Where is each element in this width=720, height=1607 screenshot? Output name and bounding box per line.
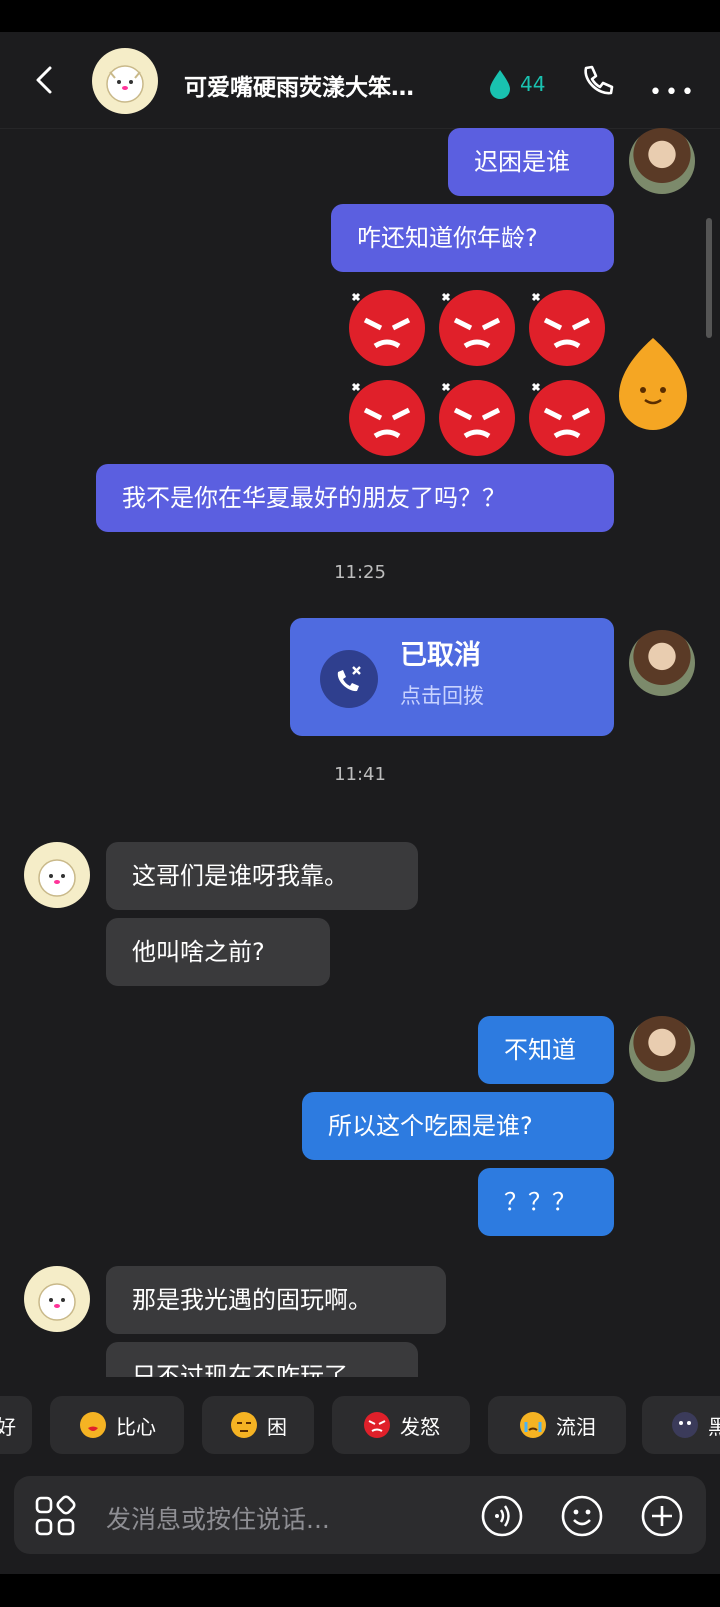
voice-call-icon[interactable] [576, 62, 616, 102]
message-input-bar: 发消息或按住说话... [14, 1476, 706, 1554]
quick-reply-label: 好 [0, 1414, 16, 1439]
quick-reply-label: 黑 [708, 1414, 720, 1439]
message-bubble-out[interactable]: 迟困是谁 [448, 128, 614, 196]
angry-emoji-icon [349, 380, 425, 456]
crying-face-icon [520, 1412, 546, 1438]
chat-header: 可爱嘴硬雨荧漾大笨… 44 ••• [0, 32, 720, 129]
angry-emoji-icon [529, 290, 605, 366]
quick-reply-label: 比心 [116, 1414, 156, 1439]
apps-grid-icon[interactable] [34, 1495, 76, 1537]
message-list[interactable]: 迟困是谁 咋还知道你年龄? 我不是你在华夏最好的朋友了吗？？ 11:25 已取消… [0, 128, 720, 1377]
angry-emoji-icon [439, 380, 515, 456]
quick-reply-chip[interactable]: 好 [0, 1396, 32, 1454]
call-back-link[interactable]: 点击回拨 [400, 686, 484, 707]
message-bubble-out[interactable]: 咋还知道你年龄? [331, 204, 614, 272]
message-bubble-out[interactable]: 我不是你在华夏最好的朋友了吗？？ [96, 464, 614, 532]
contact-avatar[interactable] [24, 842, 90, 908]
call-record-card[interactable]: 已取消 点击回拨 [290, 618, 614, 736]
sleepy-face-icon [231, 1412, 257, 1438]
angry-emoji-icon [529, 380, 605, 456]
voice-input-icon[interactable] [480, 1494, 524, 1538]
message-input-field[interactable]: 发消息或按住说话... [106, 1500, 330, 1536]
mascot-sticker-icon [619, 338, 687, 430]
angry-emoji-icon [439, 290, 515, 366]
quick-reply-chip[interactable]: 发怒 [332, 1396, 470, 1454]
message-bubble-out[interactable]: 不知道 [478, 1016, 614, 1084]
angry-face-icon [364, 1412, 390, 1438]
spark-drop-icon[interactable] [487, 68, 513, 100]
quick-reply-chip[interactable]: 比心 [50, 1396, 184, 1454]
quick-reply-chip[interactable]: 黑 [642, 1396, 720, 1454]
timestamp: 11:25 [334, 562, 386, 583]
quick-reply-label: 流泪 [556, 1414, 596, 1439]
call-status: 已取消 [400, 640, 481, 671]
status-bar-area [0, 0, 720, 32]
message-bubble-in[interactable]: 这哥们是谁呀我靠。 [106, 842, 418, 910]
my-avatar[interactable] [629, 630, 695, 696]
more-options-icon[interactable]: ••• [649, 80, 697, 105]
contact-avatar[interactable] [24, 1266, 90, 1332]
message-bubble-out[interactable]: ？？？ [478, 1168, 614, 1236]
spark-count: 44 [520, 72, 546, 96]
quick-reply-label: 发怒 [400, 1414, 440, 1439]
quick-reply-chip[interactable]: 困 [202, 1396, 314, 1454]
message-bubble-out[interactable]: 所以这个吃困是谁? [302, 1092, 614, 1160]
angry-emoji-icon [349, 290, 425, 366]
dark-face-icon [672, 1412, 698, 1438]
scrollbar[interactable] [706, 218, 712, 338]
quick-reply-chip[interactable]: 流泪 [488, 1396, 626, 1454]
emoji-icon[interactable] [560, 1494, 604, 1538]
message-bubble-in[interactable]: 那是我光遇的固玩啊。 [106, 1266, 446, 1334]
nav-bar-area [0, 1574, 720, 1607]
heart-hands-icon [80, 1412, 106, 1438]
my-avatar[interactable] [629, 1016, 695, 1082]
back-arrow-icon[interactable] [30, 60, 58, 100]
timestamp: 11:41 [334, 764, 386, 785]
contact-avatar[interactable] [92, 48, 158, 114]
quick-reply-bar[interactable]: 好 比心 困 发怒 流泪 黑 [0, 1396, 720, 1456]
add-attachment-icon[interactable] [640, 1494, 684, 1538]
message-bubble-in[interactable]: 他叫啥之前? [106, 918, 330, 986]
contact-name[interactable]: 可爱嘴硬雨荧漾大笨… [184, 68, 414, 102]
quick-reply-label: 困 [267, 1414, 287, 1439]
message-bubble-in[interactable]: 只不过现在不咋玩了 [106, 1342, 418, 1377]
my-avatar[interactable] [629, 128, 695, 194]
missed-call-icon [320, 650, 378, 708]
